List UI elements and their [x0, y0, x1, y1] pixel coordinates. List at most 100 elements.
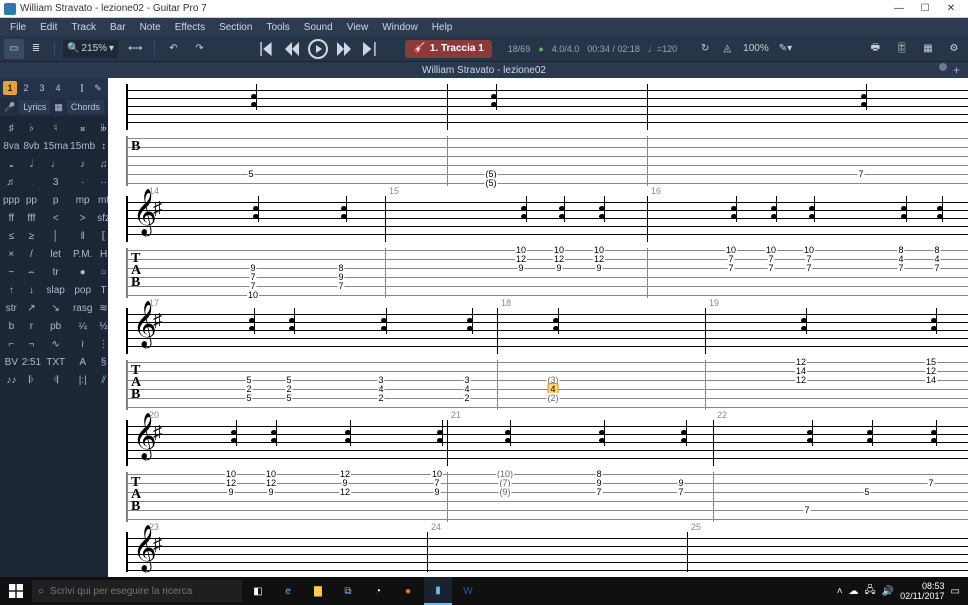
fret-number[interactable]: 14	[925, 375, 937, 385]
palette-item-6[interactable]: 8va	[3, 138, 20, 154]
menu-help[interactable]: Help	[426, 21, 459, 34]
palette-item-49[interactable]: ⌢	[22, 264, 41, 280]
palette-item-82[interactable]: §	[97, 354, 108, 370]
palette-item-62[interactable]: ↘	[43, 300, 68, 316]
palette-item-42[interactable]: ×	[3, 246, 20, 262]
score-view[interactable]: B5(5)(5)7𝄞♯141516TAB97710897101291012910…	[108, 78, 968, 577]
speed-button[interactable]: 100%	[739, 39, 773, 59]
palette-item-58[interactable]: T	[97, 282, 108, 298]
menu-effects[interactable]: Effects	[169, 21, 211, 34]
fret-number[interactable]: 9	[555, 263, 562, 273]
fret-number[interactable]: 9	[227, 487, 234, 497]
menu-edit[interactable]: Edit	[34, 21, 63, 34]
palette-item-7[interactable]: 8vb	[22, 138, 41, 154]
palette-item-18[interactable]: ♬	[3, 174, 20, 190]
palette-item-84[interactable]: ♪♪	[3, 372, 20, 388]
redo-button[interactable]: ↷	[189, 39, 209, 59]
palette-item-86[interactable]: 𝄇	[43, 372, 68, 388]
palette-item-75[interactable]: ≀	[70, 336, 95, 352]
palette-item-87[interactable]: |:|	[70, 372, 95, 388]
menu-window[interactable]: Window	[376, 21, 424, 34]
taskbar-app-chrome[interactable]: ◔	[364, 577, 392, 605]
tab-option-dot[interactable]	[939, 63, 947, 71]
palette-item-26[interactable]: p	[43, 192, 68, 208]
palette-item-43[interactable]: /	[22, 246, 41, 262]
palette-item-45[interactable]: P.M.	[70, 246, 95, 262]
maximize-button[interactable]: ☐	[912, 1, 938, 17]
scroll-view-button[interactable]: ≣	[26, 39, 46, 59]
close-button[interactable]: ✕	[938, 1, 964, 17]
undo-button[interactable]: ↶	[163, 39, 183, 59]
palette-item-34[interactable]: sfz	[97, 210, 108, 226]
voice-1[interactable]: 1	[3, 81, 17, 95]
palette-item-1[interactable]: ♭	[22, 120, 41, 136]
fret-number[interactable]: (5)	[485, 178, 498, 188]
palette-item-44[interactable]: let	[43, 246, 68, 262]
fret-number[interactable]: 2	[463, 393, 470, 403]
fit-width-button[interactable]: ⟷	[124, 39, 146, 59]
fret-number[interactable]: 7	[677, 487, 684, 497]
palette-item-30[interactable]: ff	[3, 210, 20, 226]
palette-item-54[interactable]: ↑	[3, 282, 20, 298]
tray-cloud-icon[interactable]: ☁	[849, 586, 859, 597]
lyrics-button[interactable]: Lyrics	[19, 100, 50, 114]
metronome-button[interactable]: ◬	[717, 39, 737, 59]
fret-number[interactable]: 7	[803, 505, 810, 515]
palette-item-38[interactable]: │	[43, 228, 68, 244]
taskbar-app-word[interactable]: W	[454, 577, 482, 605]
palette-item-37[interactable]: ≥	[22, 228, 41, 244]
voice-3[interactable]: 3	[35, 81, 49, 95]
palette-item-31[interactable]: fff	[22, 210, 41, 226]
palette-item-28[interactable]: mf	[97, 192, 108, 208]
fret-number[interactable]: (2)	[547, 393, 560, 403]
taskbar-app-firefox[interactable]: ●	[394, 577, 422, 605]
chords-button[interactable]: Chords	[67, 100, 104, 114]
palette-item-21[interactable]: ·	[70, 174, 95, 190]
palette-item-22[interactable]: ··	[97, 174, 108, 190]
palette-item-13[interactable]: 𝅗𝅥	[22, 156, 41, 172]
palette-item-50[interactable]: tr	[43, 264, 68, 280]
fret-number[interactable]: 2	[377, 393, 384, 403]
zoom-control[interactable]: 🔍 215% ▾	[63, 40, 118, 58]
palette-item-70[interactable]: ½	[97, 318, 108, 334]
palette-item-19[interactable]: 𝅭	[22, 174, 41, 190]
fret-number[interactable]: 7	[857, 169, 864, 179]
menu-section[interactable]: Section	[213, 21, 258, 34]
go-start-button[interactable]	[255, 38, 277, 60]
fret-number[interactable]: 7	[727, 263, 734, 273]
palette-item-48[interactable]: ~	[3, 264, 20, 280]
palette-item-3[interactable]: 𝄪	[70, 120, 95, 136]
taskbar-app-edge[interactable]: e	[274, 577, 302, 605]
settings-button[interactable]: ⚙	[944, 39, 964, 59]
palette-item-14[interactable]: ♩	[43, 156, 68, 172]
add-tab-button[interactable]: +	[949, 63, 964, 77]
palette-item-80[interactable]: TXT	[43, 354, 68, 370]
page-view-button[interactable]: ▭	[4, 39, 24, 59]
fret-number[interactable]: 12	[795, 375, 807, 385]
palette-item-85[interactable]: 𝄆	[22, 372, 41, 388]
palette-item-78[interactable]: BV	[3, 354, 20, 370]
voice-4[interactable]: 4	[51, 81, 65, 95]
palette-item-51[interactable]: ●	[70, 264, 95, 280]
next-bar-button[interactable]	[333, 38, 355, 60]
fret-number[interactable]: (9)	[499, 487, 512, 497]
palette-item-24[interactable]: ppp	[3, 192, 20, 208]
palette-item-12[interactable]: 𝅝	[3, 156, 20, 172]
task-view-button[interactable]: ◧	[244, 577, 272, 605]
fret-number[interactable]: 5	[863, 487, 870, 497]
palette-item-64[interactable]: ≋	[97, 300, 108, 316]
start-button[interactable]	[2, 577, 30, 605]
palette-item-15[interactable]: ♪	[70, 156, 95, 172]
tray-chevron-icon[interactable]: ˄	[837, 586, 843, 597]
fret-number[interactable]: 9	[433, 487, 440, 497]
mixer-button[interactable]: 🎚	[891, 39, 912, 59]
palette-item-16[interactable]: ♫	[97, 156, 108, 172]
tray-notifications-icon[interactable]: ▭	[951, 586, 960, 597]
palette-item-57[interactable]: pop	[70, 282, 95, 298]
palette-item-69[interactable]: ¼	[70, 318, 95, 334]
taskbar-search[interactable]: ○	[32, 580, 242, 602]
palette-item-73[interactable]: ¬	[22, 336, 41, 352]
fret-number[interactable]: 7	[337, 281, 344, 291]
fret-number[interactable]: 5	[245, 393, 252, 403]
fret-number[interactable]: 7	[897, 263, 904, 273]
